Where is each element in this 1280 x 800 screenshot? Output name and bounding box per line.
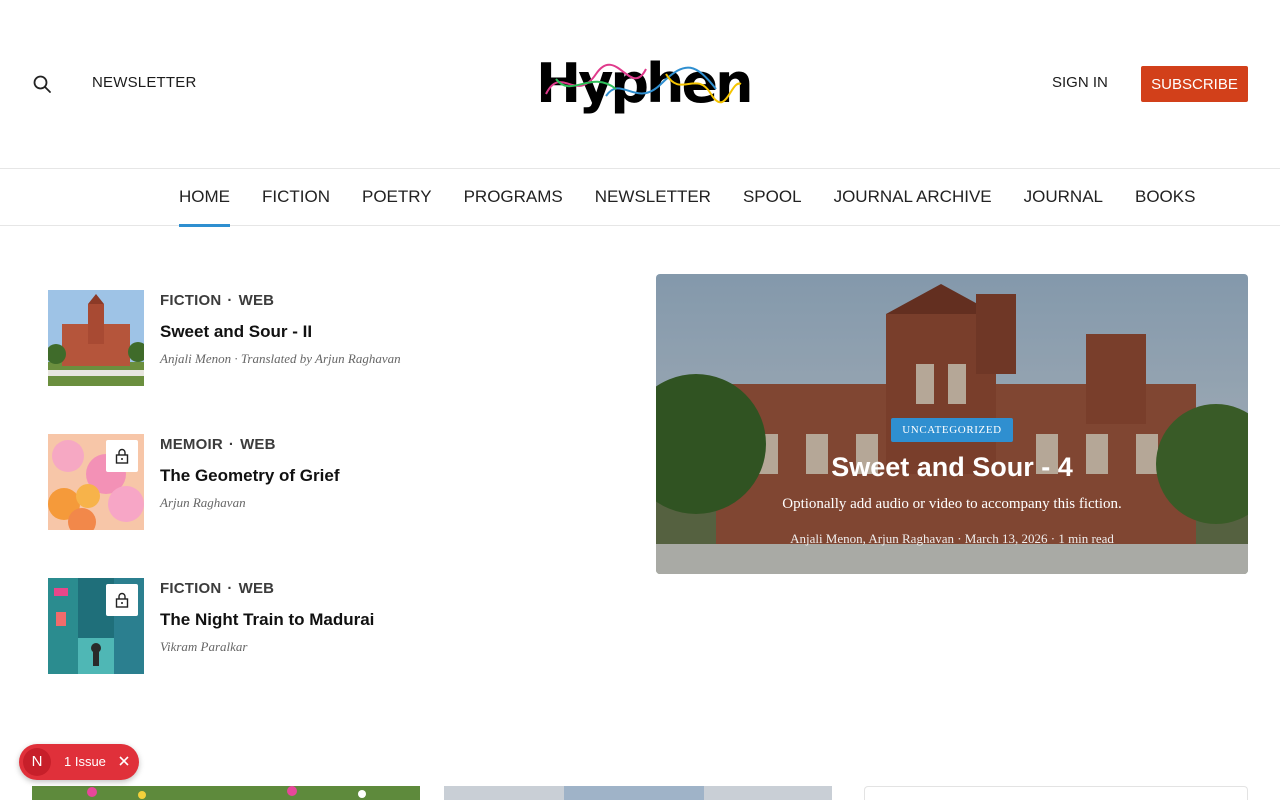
nav-programs[interactable]: PROGRAMS [464, 169, 563, 227]
story-meta: MEMOIR · WEB [160, 436, 276, 453]
story-category[interactable]: FICTION [160, 580, 221, 597]
story-item[interactable]: MEMOIR · WEB The Geometry of Grief Arjun R… [48, 434, 608, 530]
main-nav: HOME FICTION POETRY PROGRAMS NEWSLETTER … [0, 168, 1280, 227]
nav-spool[interactable]: SPOOL [743, 169, 802, 227]
featured-byline: Anjali Menon, Arjun Raghavan · March 13,… [790, 531, 1114, 546]
site-header: NEWSLETTER Hyphen SIGN IN SUBSCRIBE [0, 0, 1280, 168]
sign-in-link[interactable]: SIGN IN [1052, 74, 1108, 91]
card-preview-image[interactable] [32, 786, 420, 800]
nav-journal[interactable]: JOURNAL [1024, 169, 1103, 227]
subscribe-button[interactable]: SUBSCRIBE [1141, 66, 1248, 102]
header-newsletter-link[interactable]: NEWSLETTER [92, 74, 197, 91]
featured-description: Optionally add audio or video to accompa… [782, 496, 1122, 512]
story-title[interactable]: The Geometry of Grief [160, 466, 339, 486]
nav-fiction[interactable]: FICTION [262, 169, 330, 227]
story-category[interactable]: MEMOIR [160, 436, 223, 453]
issue-avatar-letter: N [23, 748, 51, 776]
nav-newsletter[interactable]: NEWSLETTER [595, 169, 711, 227]
search-icon[interactable] [30, 72, 54, 96]
nav-home[interactable]: HOME [179, 169, 230, 227]
close-icon[interactable] [115, 752, 133, 770]
story-byline: Anjali Menon · Translated by Arjun Ragha… [160, 351, 401, 366]
nav-books[interactable]: BOOKS [1135, 169, 1195, 227]
card-preview-image[interactable] [444, 786, 832, 800]
story-byline: Vikram Paralkar [160, 639, 248, 654]
story-format[interactable]: WEB [239, 292, 275, 309]
nav-poetry[interactable]: POETRY [362, 169, 432, 227]
lock-icon [106, 584, 138, 616]
story-byline: Arjun Raghavan [160, 495, 246, 510]
story-title[interactable]: The Night Train to Madurai [160, 610, 374, 630]
story-item[interactable]: FICTION · WEB The Night Train to Madurai V… [48, 578, 608, 674]
story-thumbnail[interactable] [48, 578, 144, 674]
logo-squiggle-decoration [545, 63, 742, 104]
card-preview[interactable] [864, 786, 1248, 800]
story-title[interactable]: Sweet and Sour - II [160, 322, 312, 342]
story-thumbnail[interactable] [48, 434, 144, 530]
nav-journal-archive[interactable]: JOURNAL ARCHIVE [834, 169, 992, 227]
story-category[interactable]: FICTION [160, 292, 221, 309]
story-item[interactable]: FICTION · WEB Sweet and Sour - II Anjali M… [48, 290, 608, 386]
story-format[interactable]: WEB [240, 436, 276, 453]
story-thumbnail[interactable] [48, 290, 144, 386]
story-format[interactable]: WEB [239, 580, 275, 597]
issue-count-label: 1 Issue [64, 754, 106, 769]
story-meta: FICTION · WEB [160, 580, 275, 597]
featured-title[interactable]: Sweet and Sour - 4 [656, 452, 1248, 483]
issues-indicator[interactable]: N 1 Issue [19, 744, 139, 780]
lock-icon [106, 440, 138, 472]
category-badge[interactable]: UNCATEGORIZED [891, 418, 1013, 442]
site-logo[interactable]: Hyphen [536, 54, 754, 114]
story-meta: FICTION · WEB [160, 292, 275, 309]
